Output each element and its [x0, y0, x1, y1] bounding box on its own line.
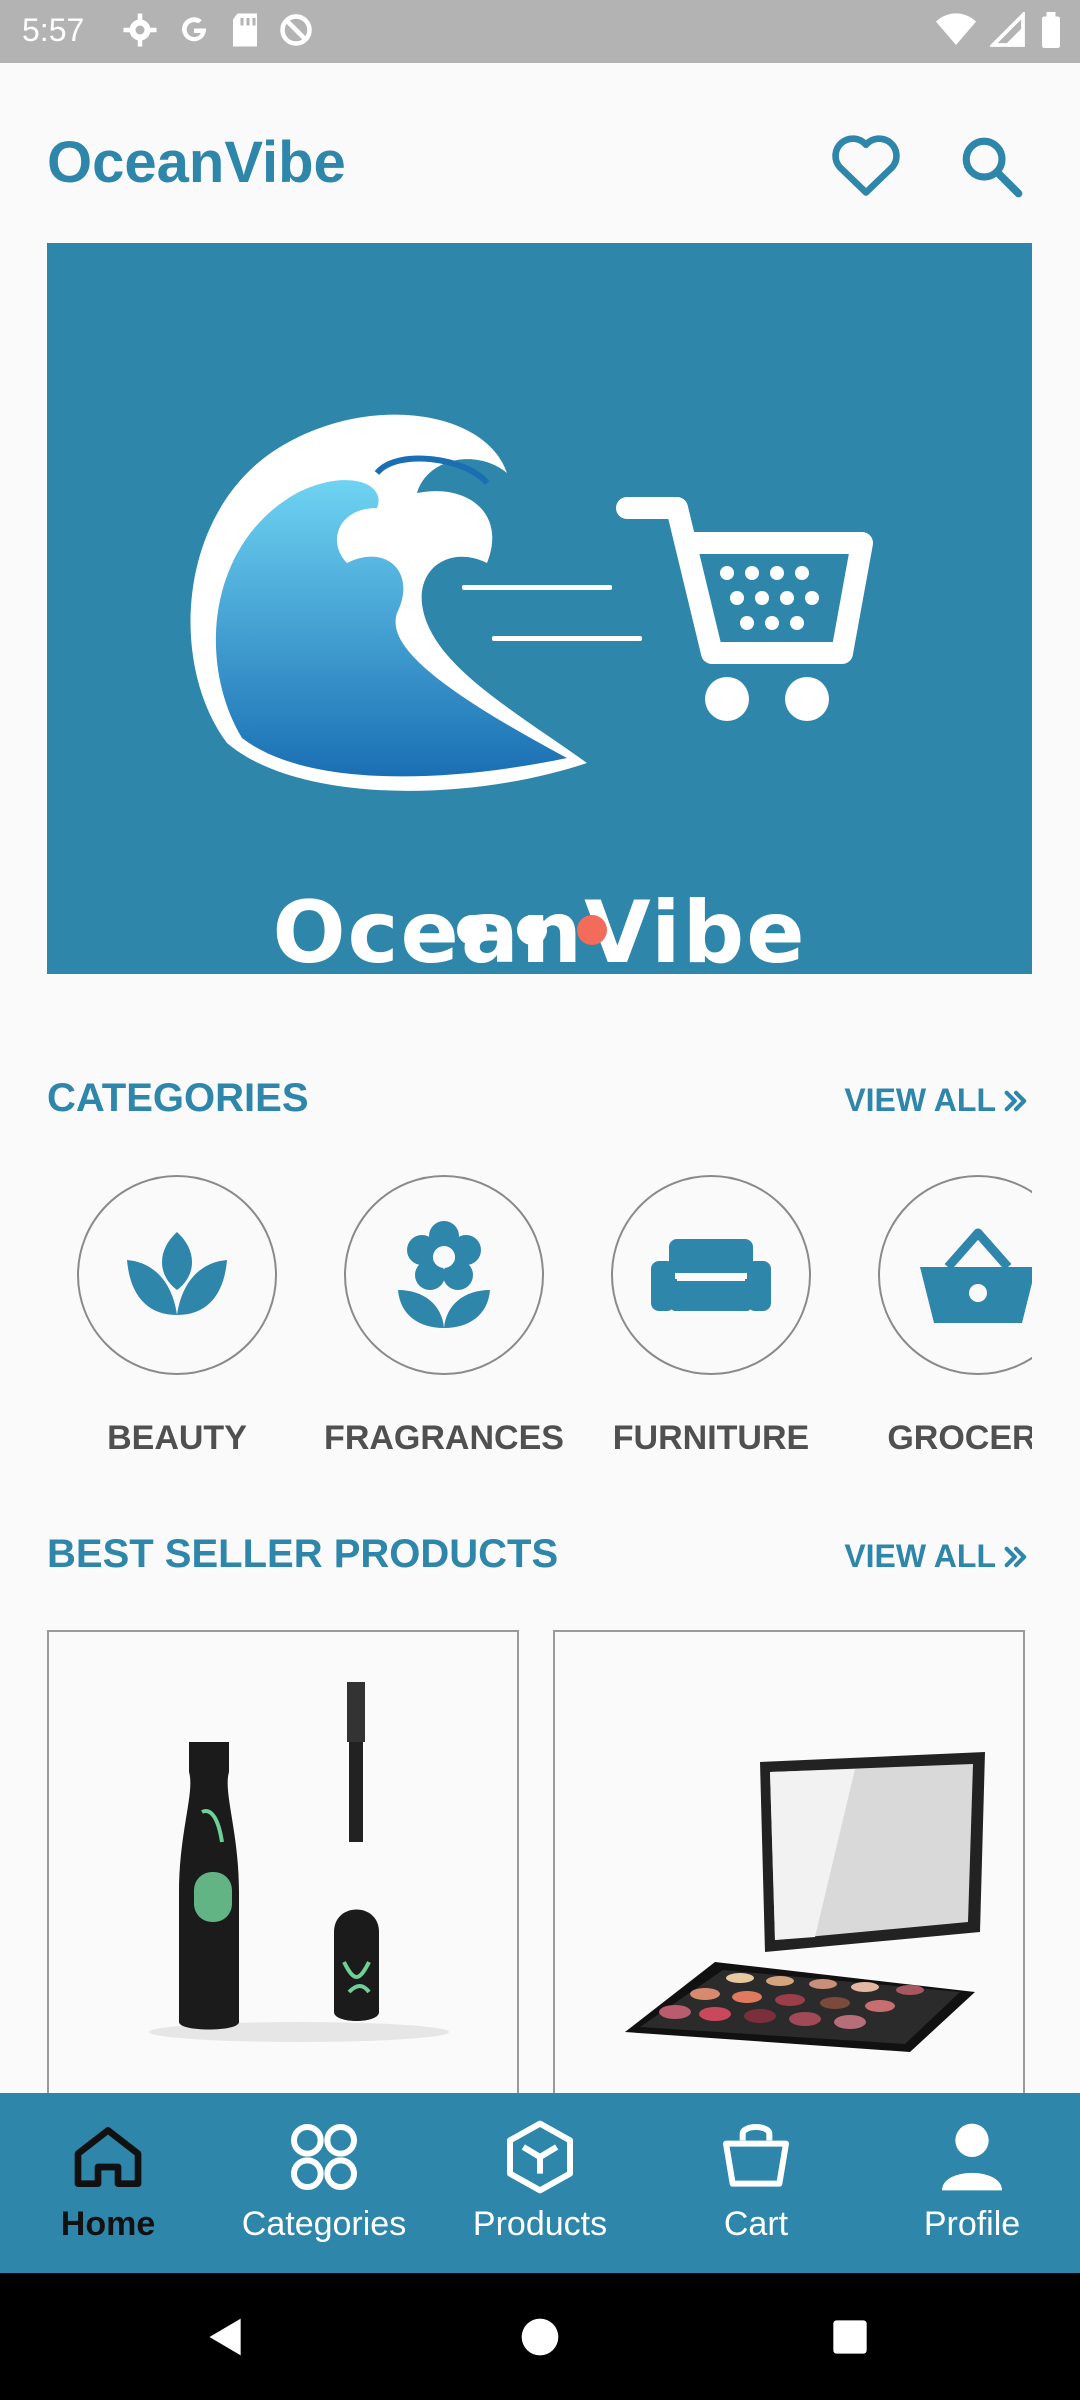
nav-label: Products [472, 2205, 608, 2243]
search-button[interactable] [958, 133, 1024, 199]
app-bar: OceanVibe [0, 63, 1080, 243]
search-icon [962, 137, 1023, 198]
category-label: BEAUTY [107, 1419, 247, 1457]
product-image-mascara [149, 1682, 449, 2042]
banner-carousel[interactable]: OceanVibe [47, 243, 1032, 974]
home-icon [74, 2127, 142, 2187]
back-icon[interactable] [204, 2315, 248, 2359]
status-bar: 5:57 [0, 0, 1080, 63]
product-card-mascara[interactable] [47, 1630, 519, 2100]
basket-icon [920, 1228, 1032, 1323]
carousel-indicator [457, 915, 607, 945]
grid-circles-icon [291, 2124, 357, 2190]
category-circle [344, 1175, 544, 1375]
basket-icon [723, 2124, 789, 2187]
double-chevron-right-icon [1004, 1546, 1027, 1567]
blocked-icon [280, 14, 312, 46]
category-circle [611, 1175, 811, 1375]
category-label: FRAGRANCES [324, 1419, 564, 1457]
wifi-icon [936, 13, 976, 45]
heart-icon [832, 135, 900, 196]
recents-icon[interactable] [830, 2317, 870, 2357]
carousel-dot[interactable] [457, 915, 487, 945]
app-title: OceanVibe [47, 130, 346, 195]
box-icon [507, 2120, 573, 2194]
wave-cart-logo [190, 414, 873, 791]
double-chevron-right-icon [1004, 1090, 1027, 1111]
system-navigation-bar [0, 2273, 1080, 2400]
nav-label: Home [60, 2205, 156, 2243]
product-image-eyeshadow-palette [625, 1752, 985, 2052]
category-item-beauty[interactable]: BEAUTY [47, 1170, 307, 1458]
category-label: GROCERIE [887, 1419, 1032, 1457]
view-all-label: VIEW ALL [844, 1082, 996, 1118]
nav-profile[interactable]: Profile [864, 2093, 1080, 2273]
status-time: 5:57 [22, 12, 85, 48]
home-circle-icon[interactable] [520, 2317, 560, 2357]
nav-label: Cart [723, 2205, 789, 2243]
status-right-icons [936, 12, 1062, 48]
category-circle [77, 1175, 277, 1375]
nav-home[interactable]: Home [0, 2093, 216, 2273]
categories-view-all-link[interactable]: VIEW ALL [844, 1082, 1030, 1119]
nav-label: Profile [923, 2205, 1021, 2243]
product-card-eyeshadow-palette[interactable] [553, 1630, 1025, 2100]
nav-cart[interactable]: Cart [648, 2093, 864, 2273]
user-icon [942, 2123, 1002, 2191]
categories-list: BEAUTY FRAGRANCES FURNITURE GROCER [47, 1170, 1032, 1470]
best-sellers-view-all-link[interactable]: VIEW ALL [844, 1538, 1030, 1575]
lotus-icon [127, 1232, 227, 1315]
carousel-dot[interactable] [517, 915, 547, 945]
view-all-label: VIEW ALL [844, 1538, 996, 1574]
category-item-fragrances[interactable]: FRAGRANCES [314, 1170, 574, 1458]
settings-icon [123, 13, 157, 47]
sd-card-icon [233, 13, 257, 47]
category-item-groceries[interactable]: GROCERIE [848, 1170, 1032, 1458]
bottom-navigation: Home Categories Products Cart Profile [0, 2093, 1080, 2273]
carousel-dot-active[interactable] [577, 915, 607, 945]
sofa-icon [651, 1239, 771, 1311]
nav-label: Categories [241, 2205, 407, 2243]
nav-products[interactable]: Products [432, 2093, 648, 2273]
category-item-furniture[interactable]: FURNITURE [581, 1170, 841, 1458]
battery-icon [1042, 12, 1060, 48]
category-label: FURNITURE [612, 1419, 810, 1457]
nav-categories[interactable]: Categories [216, 2093, 432, 2273]
signal-icon [990, 12, 1025, 47]
status-left-icons [122, 12, 314, 48]
wishlist-button[interactable] [830, 131, 902, 197]
flower-icon [398, 1221, 490, 1328]
best-sellers-title: BEST SELLER PRODUCTS [47, 1532, 559, 1576]
google-icon [182, 17, 206, 42]
category-circle [878, 1175, 1032, 1375]
categories-title: CATEGORIES [47, 1076, 309, 1120]
